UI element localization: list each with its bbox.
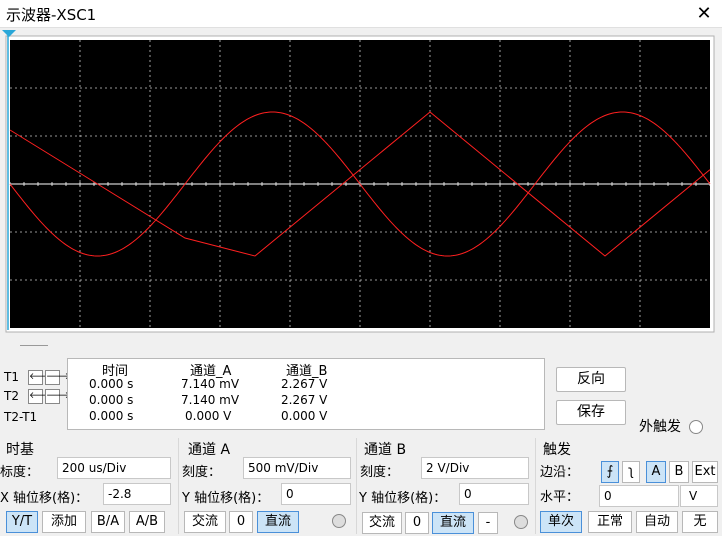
timebase-title: 时基 [6, 442, 34, 458]
ba-mode-button[interactable]: B/A [91, 511, 125, 533]
t2-left-arrow-icon[interactable]: 🡐 [28, 388, 53, 404]
trigger-single-button[interactable]: 单次 [540, 511, 582, 533]
channel-b-color-radio[interactable] [514, 515, 528, 529]
channel-b-scale-label: 刻度： [360, 465, 400, 480]
external-trigger-radio[interactable] [689, 420, 703, 434]
channel-b-dc-button[interactable]: 直流 [432, 512, 474, 534]
trigger-title: 触发 [543, 442, 571, 458]
add-mode-button[interactable]: 添加 [42, 511, 86, 533]
falling-edge-icon[interactable]: ʅ [622, 461, 640, 483]
rising-edge-icon[interactable]: ⨍ [601, 461, 619, 483]
trigger-edge-label: 边沿： [540, 465, 580, 480]
title-bar: 示波器-XSC1 ✕ [0, 0, 722, 28]
trigger-source-ext-button[interactable]: Ext [692, 461, 718, 483]
panel-divider [356, 438, 357, 534]
cursor-diff-row: T2-T1 [4, 408, 37, 426]
channel-a-scale-field[interactable]: 500 mV/Div [243, 457, 351, 479]
channel-b-zero-button[interactable]: 0 [405, 512, 429, 534]
cursor-t1-handle-icon[interactable] [2, 30, 16, 37]
channel-a-title: 通道 A [188, 442, 231, 458]
t1-channel-a: 7.140 mV [181, 377, 240, 391]
splitter-handle[interactable] [20, 345, 48, 346]
t1-right-arrow-icon[interactable]: 🡒 [45, 369, 70, 385]
save-button[interactable]: 保存 [556, 400, 626, 425]
t1-time: 0.000 s [89, 377, 134, 391]
t1-channel-b: 2.267 V [281, 377, 328, 391]
x-offset-label: X 轴位移(格)： [0, 491, 89, 506]
panel-divider [535, 438, 536, 534]
diff-time: 0.000 s [89, 409, 134, 423]
diff-channel-b: 0.000 V [281, 409, 328, 423]
t1-left-arrow-icon[interactable]: 🡐 [28, 369, 53, 385]
timebase-scale-field[interactable]: 200 us/Div [57, 457, 171, 479]
channel-a-scale-label: 刻度： [182, 465, 222, 480]
channel-a-dc-button[interactable]: 直流 [257, 511, 299, 533]
trigger-level-field[interactable]: 0 [599, 485, 679, 507]
cursor-t1-label: T1 [4, 370, 19, 384]
channel-b-y-offset-field[interactable]: 0 [459, 483, 529, 505]
channel-a-zero-button[interactable]: 0 [229, 511, 253, 533]
trigger-normal-button[interactable]: 正常 [588, 511, 632, 533]
channel-a-y-offset-label: Y 轴位移(格)： [182, 491, 270, 506]
cursor-diff-label: T2-T1 [4, 410, 38, 424]
channel-b-minus-button[interactable]: - [478, 512, 498, 534]
channel-b-scale-field[interactable]: 2 V/Div [421, 457, 529, 479]
channel-b-y-offset-label: Y 轴位移(格)： [359, 491, 447, 506]
x-offset-field[interactable]: -2.8 [103, 483, 171, 505]
trigger-source-a-button[interactable]: A [646, 461, 666, 483]
channel-a-ac-button[interactable]: 交流 [184, 511, 226, 533]
t2-right-arrow-icon[interactable]: 🡒 [45, 388, 70, 404]
t2-time: 0.000 s [89, 393, 134, 407]
ab-mode-button[interactable]: A/B [129, 511, 165, 533]
window-title: 示波器-XSC1 [6, 6, 97, 24]
timebase-scale-label: 标度： [0, 465, 40, 480]
diff-channel-a: 0.000 V [185, 409, 232, 423]
channel-b-ac-button[interactable]: 交流 [362, 512, 402, 534]
t2-channel-a: 7.140 mV [181, 393, 240, 407]
channel-a-y-offset-field[interactable]: 0 [281, 483, 351, 505]
yt-mode-button[interactable]: Y/T [6, 511, 38, 533]
t2-channel-b: 2.267 V [281, 393, 328, 407]
trigger-source-b-button[interactable]: B [669, 461, 689, 483]
oscilloscope-screen [0, 28, 722, 334]
close-icon[interactable]: ✕ [692, 2, 716, 26]
trigger-level-label: 水平： [540, 490, 580, 505]
channel-b-title: 通道 B [364, 442, 407, 458]
cursor-t2-row: T2 🡐 🡒 [4, 387, 70, 405]
cursor-readout-table: 时间 通道_A 通道_B 0.000 s 7.140 mV 2.267 V 0.… [67, 358, 545, 430]
channel-a-color-radio[interactable] [332, 514, 346, 528]
scope-screen-area [0, 28, 722, 334]
cursor-t1-row: T1 🡐 🡒 [4, 368, 70, 386]
trigger-none-button[interactable]: 无 [682, 511, 718, 533]
trigger-auto-button[interactable]: 自动 [636, 511, 678, 533]
cursor-t2-label: T2 [4, 389, 19, 403]
panel-divider [178, 438, 179, 534]
trigger-level-unit[interactable]: V [680, 485, 718, 507]
cursor-controls: T1 🡐 🡒 T2 🡐 🡒 T2-T1 [2, 360, 70, 432]
external-trigger-label: 外触发 [639, 419, 681, 435]
reverse-button[interactable]: 反向 [556, 367, 626, 392]
